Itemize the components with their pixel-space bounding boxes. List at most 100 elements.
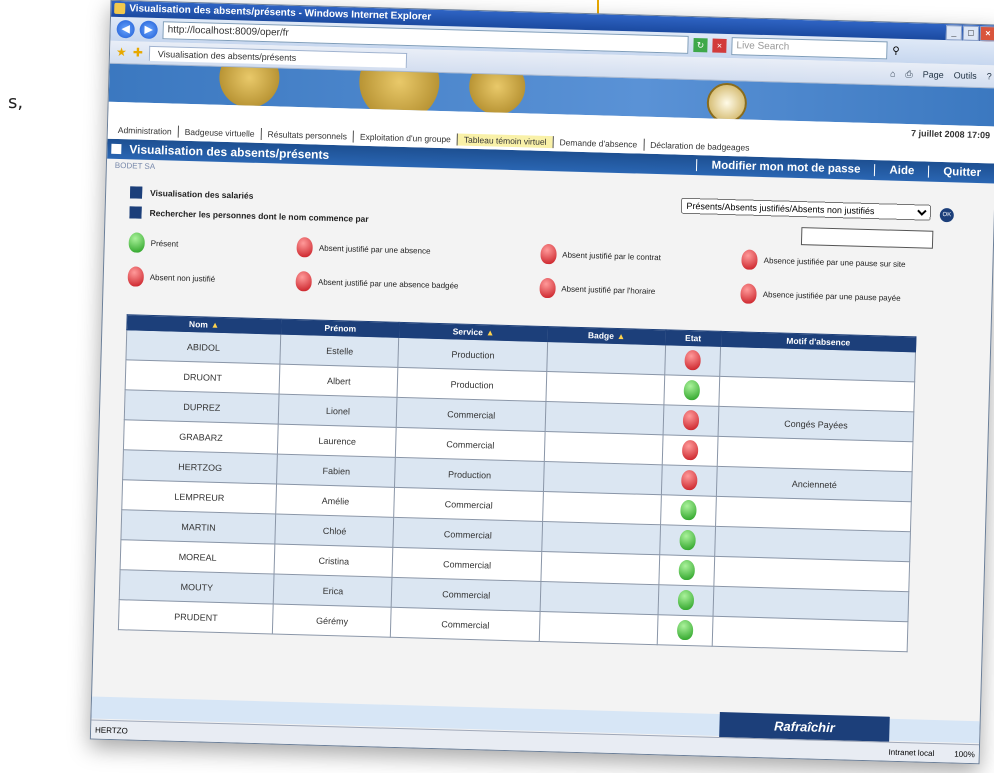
cell-nom: DRUONT [125, 359, 281, 395]
menu-declaration-badgeages[interactable]: Déclaration de badgeages [643, 138, 756, 154]
quit-link[interactable]: Quitter [928, 165, 994, 180]
window-controls: _ □ × [945, 25, 994, 42]
cell-nom: PRUDENT [118, 599, 274, 634]
cell-prenom: Cristina [274, 544, 394, 578]
present-pin-icon [677, 589, 695, 610]
col-etat[interactable]: Etat [665, 329, 722, 347]
cell-nom: MOUTY [119, 569, 275, 605]
stop-icon[interactable]: × [712, 38, 727, 53]
status-text: HERTZO [94, 725, 128, 735]
legend-label: Absent justifié par l'horaire [561, 283, 656, 296]
add-favorites-icon[interactable]: ✚ [133, 45, 143, 59]
minimize-button[interactable]: _ [945, 25, 963, 41]
col-label: Etat [684, 332, 702, 344]
cell-motif [712, 616, 908, 652]
live-search-input[interactable]: Live Search [731, 37, 888, 60]
absent-pin-icon [684, 349, 701, 370]
clock-icon [706, 82, 748, 124]
cell-badge [539, 611, 658, 645]
option-label: Visualisation des salariés [149, 187, 254, 201]
menu-tableau-temoin[interactable]: Tableau témoin virtuel [456, 133, 553, 149]
forward-icon[interactable]: ▶ [139, 20, 158, 40]
zoom-level[interactable]: 100% [954, 749, 975, 759]
col-label: Service [452, 326, 484, 338]
cell-etat [663, 374, 720, 407]
search-icon[interactable]: ⚲ [892, 45, 900, 56]
ok-button[interactable]: OK [939, 207, 955, 223]
cell-badge [541, 521, 661, 555]
close-button[interactable]: × [979, 26, 994, 42]
present-pin-icon [680, 499, 697, 520]
cell-badge [542, 491, 662, 525]
cell-service: Commercial [391, 577, 541, 612]
menu-badgeuse-virtuelle[interactable]: Badgeuse virtuelle [177, 125, 261, 140]
present-pin-icon [678, 559, 695, 580]
cell-prenom: Lionel [278, 394, 398, 428]
cell-badge [545, 371, 665, 405]
sort-arrow-icon[interactable]: ▲ [486, 327, 495, 337]
page-fragment-text: s, [8, 92, 24, 113]
sort-arrow-icon[interactable]: ▲ [617, 331, 626, 341]
page-menu[interactable]: Page [923, 69, 944, 81]
cell-service: Commercial [393, 517, 543, 552]
cell-etat [658, 554, 715, 587]
favorites-star-icon[interactable]: ★ [116, 45, 127, 59]
refresh-icon[interactable]: ↻ [693, 38, 708, 53]
current-datetime: 7 juillet 2008 17:09 [910, 128, 991, 141]
legend-item: Absent justifié par une absence badgée [295, 271, 522, 297]
menu-demande-absence[interactable]: Demande d'absence [552, 136, 644, 151]
cell-service: Commercial [394, 487, 544, 522]
main-content: Visualisation des salariés Rechercher le… [94, 172, 994, 655]
checkbox-icon[interactable] [129, 206, 142, 219]
cell-prenom: Estelle [280, 334, 400, 368]
absence-pin-icon [296, 237, 314, 258]
cell-prenom: Laurence [277, 424, 397, 458]
cell-nom: ABIDOL [125, 329, 282, 365]
site-break-pin-icon [741, 249, 759, 270]
legend-item: Absent justifié par l'horaire [539, 277, 723, 303]
checkbox-icon[interactable] [129, 186, 143, 199]
back-icon[interactable]: ◀ [116, 19, 135, 39]
present-pin-icon [683, 379, 700, 400]
unjustified-pin-icon [127, 266, 145, 287]
intranet-zone-label: Intranet local [888, 747, 935, 758]
tab-active[interactable]: Visualisation des absents/présents [148, 45, 407, 68]
change-password-link[interactable]: Modifier mon mot de passe [696, 159, 875, 177]
ie-icon [114, 2, 126, 15]
table-body: ABIDOL Estelle Production DRUONT Albert Produ… [118, 329, 916, 652]
legend-item: Absent justifié par le contrat [539, 243, 724, 269]
tools-menu[interactable]: Outils [954, 70, 977, 82]
cell-badge [543, 461, 662, 495]
cell-prenom: Erica [273, 574, 393, 608]
status-zone: Intranet local 100% [888, 747, 974, 758]
legend-label: Absent justifié par une absence badgée [317, 277, 459, 291]
legend-label: Absent justifié par une absence [318, 243, 431, 256]
cell-service: Production [398, 337, 548, 372]
legend-item: Présent [128, 232, 279, 256]
option-label: Rechercher les personnes dont le nom com… [149, 207, 369, 225]
col-label: Badge [587, 330, 615, 341]
menu-exploitation-groupe[interactable]: Exploitation d'un groupe [352, 130, 458, 146]
present-pin-icon [128, 232, 146, 253]
menu-resultats-personnels[interactable]: Résultats personnels [260, 127, 354, 143]
maximize-button[interactable]: □ [962, 25, 980, 41]
help-link[interactable]: Aide [874, 164, 929, 178]
cell-etat [664, 344, 721, 377]
home-icon[interactable]: ⌂ [890, 68, 896, 79]
name-search-input[interactable] [800, 227, 934, 249]
menu-administration[interactable]: Administration [112, 124, 178, 138]
cell-etat [661, 434, 719, 467]
print-icon[interactable]: ⎙ [905, 68, 912, 79]
contract-pin-icon [539, 243, 557, 265]
page-square-icon [111, 143, 122, 155]
cell-prenom: Chloé [275, 514, 395, 548]
legend-item: Absence justifiée par une pause sur site [741, 249, 968, 275]
cell-service: Production [397, 367, 547, 402]
help-icon[interactable]: ? [987, 71, 992, 82]
cell-nom: LEMPREUR [121, 479, 277, 515]
cell-etat [656, 614, 714, 647]
status-filter-select[interactable]: Présents/Absents justifiés/Absents non j… [681, 197, 932, 221]
present-pin-icon [676, 619, 694, 640]
sort-arrow-icon[interactable]: ▲ [211, 320, 220, 330]
cell-etat [660, 494, 717, 527]
